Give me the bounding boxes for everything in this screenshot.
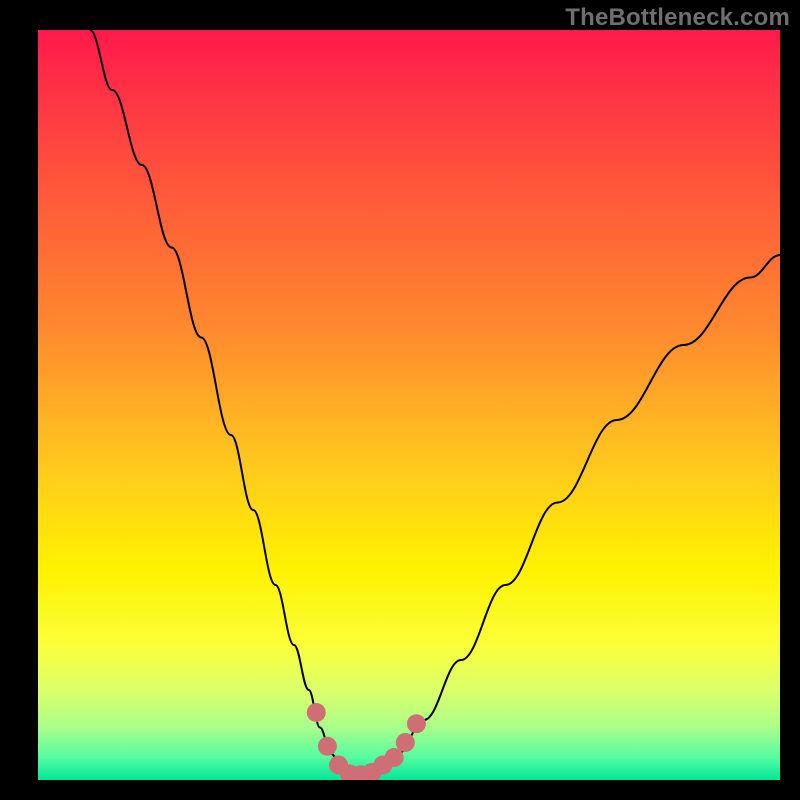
watermark-text: TheBottleneck.com [565, 4, 790, 32]
outer-frame: TheBottleneck.com [0, 0, 800, 800]
curve-marker [307, 703, 326, 722]
gradient-background [38, 30, 780, 780]
curve-marker [407, 714, 426, 733]
curve-marker [396, 733, 415, 752]
chart-svg [38, 30, 780, 780]
curve-marker [318, 737, 337, 756]
chart-plot-area [38, 30, 780, 780]
